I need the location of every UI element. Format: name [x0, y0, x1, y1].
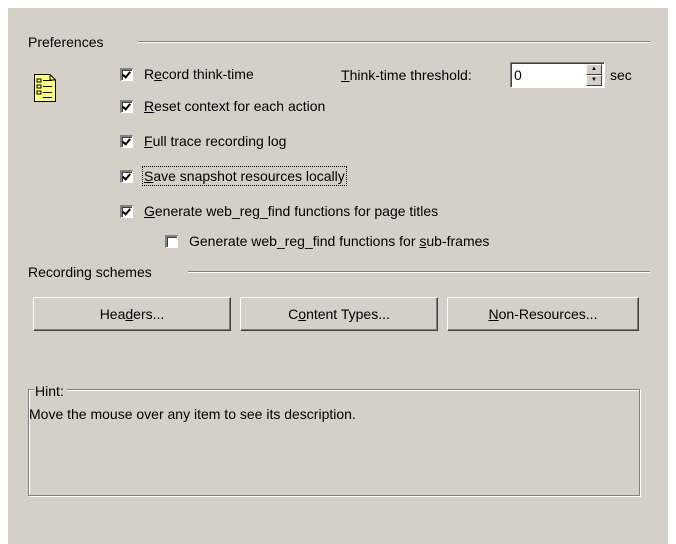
- hint-label: Hint:: [34, 383, 67, 399]
- content-types-button-label: Content Types...: [288, 306, 390, 322]
- headers-button-label: Headers...: [99, 306, 165, 322]
- non-resources-button[interactable]: Non-Resources...: [447, 297, 639, 331]
- record-think-time-label: Record think-time: [144, 66, 254, 82]
- think-time-threshold-input[interactable]: [514, 65, 574, 85]
- hint-text: Move the mouse over any item to see its …: [29, 406, 356, 422]
- save-snapshot-checkbox[interactable]: [120, 169, 133, 183]
- generate-web-reg-find-checkbox[interactable]: [120, 204, 133, 218]
- reset-context-checkbox[interactable]: [120, 99, 133, 113]
- headers-button[interactable]: Headers...: [33, 297, 231, 331]
- spin-up-button[interactable]: ▲: [586, 64, 602, 75]
- document-checklist-icon: [34, 74, 56, 102]
- record-think-time-option[interactable]: Record think-time: [120, 65, 254, 83]
- recording-schemes-group-label: Recording schemes: [28, 264, 152, 280]
- think-time-threshold-label: Think-time threshold:: [341, 67, 472, 83]
- generate-web-reg-find-option[interactable]: Generate web_reg_find functions for page…: [120, 202, 438, 220]
- content-types-button[interactable]: Content Types...: [240, 297, 438, 331]
- reset-context-label: Reset context for each action: [144, 98, 326, 114]
- non-resources-button-label: Non-Resources...: [488, 306, 598, 322]
- full-trace-label: Full trace recording log: [144, 133, 287, 149]
- spin-down-button[interactable]: ▼: [586, 75, 602, 86]
- generate-sub-frames-checkbox[interactable]: [165, 234, 178, 248]
- save-snapshot-option[interactable]: Save snapshot resources locally: [120, 166, 347, 186]
- preferences-group-label: Preferences: [28, 34, 104, 50]
- threshold-unit-label: sec: [610, 67, 632, 83]
- reset-context-option[interactable]: Reset context for each action: [120, 97, 325, 115]
- recording-schemes-divider: [188, 271, 650, 273]
- save-snapshot-label: Save snapshot resources locally: [142, 166, 347, 186]
- generate-sub-frames-label: Generate web_reg_find functions for sub-…: [189, 233, 490, 249]
- full-trace-checkbox[interactable]: [120, 134, 133, 148]
- preferences-divider: [138, 41, 650, 43]
- generate-web-reg-find-label: Generate web_reg_find functions for page…: [144, 203, 439, 219]
- recording-options-panel: Preferences Record think-time Think-time…: [8, 8, 668, 544]
- record-think-time-checkbox[interactable]: [120, 67, 133, 81]
- generate-sub-frames-option[interactable]: Generate web_reg_find functions for sub-…: [165, 232, 489, 250]
- full-trace-option[interactable]: Full trace recording log: [120, 132, 286, 150]
- think-time-threshold-spinner[interactable]: ▲ ▼: [510, 62, 605, 88]
